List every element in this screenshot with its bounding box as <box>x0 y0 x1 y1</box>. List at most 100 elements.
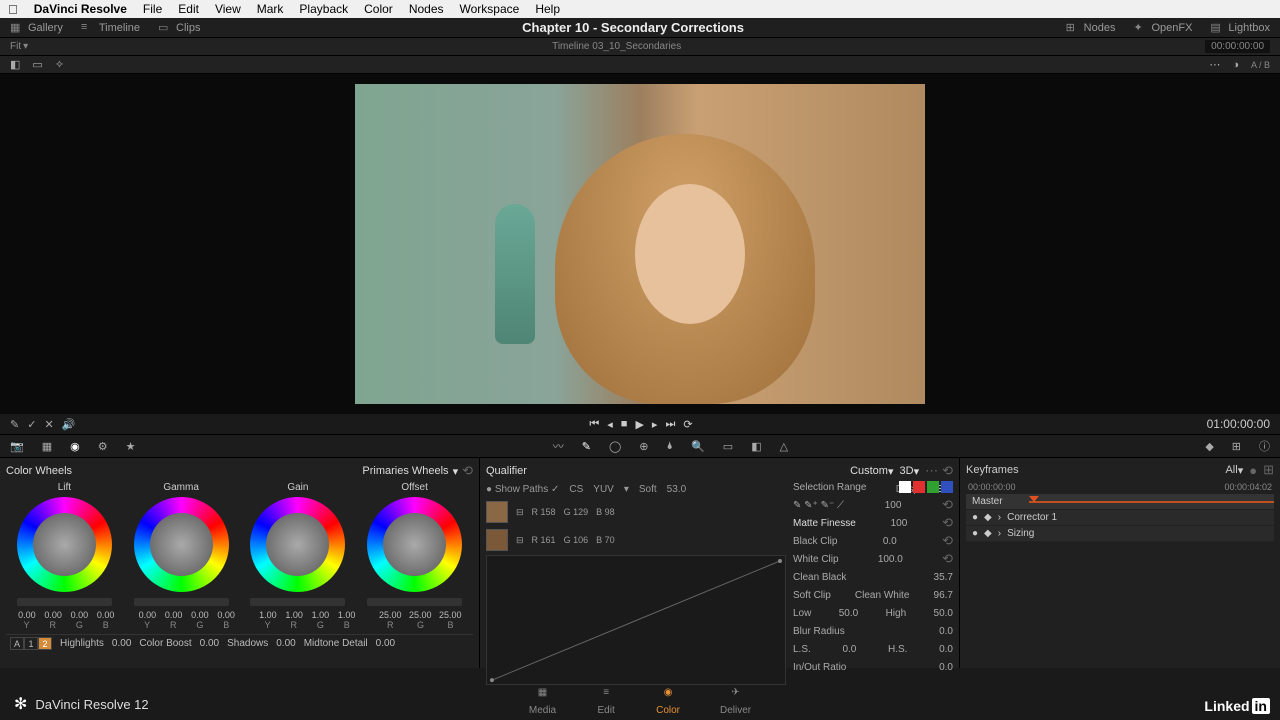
page-edit[interactable]: ≡Edit <box>596 687 616 716</box>
yuv-dropdown[interactable]: YUV <box>593 484 614 495</box>
primaries-icon[interactable]: ◉ <box>70 440 80 453</box>
offset-wheel[interactable] <box>367 497 462 592</box>
ab-label[interactable]: A / B <box>1251 60 1270 70</box>
eyedropper-icon[interactable]: ✎ <box>10 418 19 431</box>
reset-qualifier-icon[interactable]: ⟲ <box>942 463 953 479</box>
showpaths-toggle[interactable]: ● Show Paths ✓ <box>486 484 559 495</box>
blur-icon[interactable]: 🌢 <box>666 440 673 453</box>
soft-value[interactable]: 53.0 <box>667 484 686 495</box>
inout-value[interactable]: 0.0 <box>939 662 953 673</box>
diamond-icon[interactable]: ◆ <box>984 512 992 523</box>
camera-raw-icon[interactable]: 📷 <box>10 440 24 453</box>
lightbox-button[interactable]: ▤Lightbox <box>1210 21 1270 35</box>
loop-button[interactable]: ⟳ <box>683 418 692 431</box>
first-frame-button[interactable]: ⏮ <box>589 418 599 431</box>
motion-icon[interactable]: ★ <box>126 440 136 453</box>
range-red[interactable] <box>913 481 925 493</box>
gain-master-slider[interactable] <box>250 598 345 606</box>
range-blue[interactable] <box>941 481 953 493</box>
offset-b[interactable]: 25.00 <box>438 610 462 620</box>
gamma-r[interactable]: 0.00 <box>162 610 186 620</box>
lift-wheel[interactable] <box>17 497 112 592</box>
colorboost-value[interactable]: 0.00 <box>200 638 219 649</box>
page-deliver[interactable]: ✈Deliver <box>720 687 751 716</box>
gamma-y[interactable]: 0.00 <box>135 610 159 620</box>
page-a[interactable]: A <box>10 637 24 650</box>
video-frame[interactable] <box>355 84 925 404</box>
tracking-icon[interactable]: ⊕ <box>639 440 648 453</box>
fit-check-icon[interactable]: ✓ <box>27 418 36 431</box>
kf-expand-icon[interactable]: ⊞ <box>1263 462 1274 478</box>
lift-r[interactable]: 0.00 <box>41 610 65 620</box>
diamond-icon[interactable]: ◆ <box>984 528 992 539</box>
kf-sizing-row[interactable]: ●◆›Sizing <box>966 526 1274 542</box>
menu-help[interactable]: Help <box>535 2 560 16</box>
gamma-b[interactable]: 0.00 <box>214 610 238 620</box>
lift-b[interactable]: 0.00 <box>94 610 118 620</box>
delete-swatch-1-icon[interactable]: ⊟ <box>516 507 524 518</box>
speaker-icon[interactable]: 🔊 <box>62 418 76 431</box>
menu-workspace[interactable]: Workspace <box>460 2 520 16</box>
kf-lock-icon[interactable]: ● <box>972 528 978 539</box>
offset-r[interactable]: 25.00 <box>378 610 402 620</box>
rgb-mixer-icon[interactable]: ⚙ <box>98 440 108 453</box>
cleanblack-value[interactable]: 35.7 <box>934 572 953 583</box>
matte-value[interactable]: 100 <box>891 518 908 529</box>
whiteclip-value[interactable]: 100.0 <box>878 554 903 565</box>
sample-swatch-1[interactable] <box>486 501 508 523</box>
apple-menu-icon[interactable]:  <box>8 2 18 17</box>
kf-master-row[interactable]: Master <box>966 494 1274 510</box>
custom-dropdown[interactable]: Custom <box>850 465 888 477</box>
openfx-button[interactable]: ✦OpenFX <box>1133 21 1192 35</box>
kf-lock-icon[interactable]: ● <box>972 512 978 523</box>
reset-icon[interactable]: ⟲ <box>942 515 953 531</box>
low-value[interactable]: 50.0 <box>839 608 858 619</box>
menu-playback[interactable]: Playback <box>299 2 348 16</box>
high-value[interactable]: 50.0 <box>934 608 953 619</box>
stereo-icon[interactable]: ◧ <box>751 440 761 453</box>
page-color[interactable]: ◉Color <box>656 687 680 716</box>
ls-value[interactable]: 0.0 <box>842 644 856 655</box>
offset-g[interactable]: 25.00 <box>408 610 432 620</box>
cleanwhite-value[interactable]: 96.7 <box>934 590 953 601</box>
sizing-icon[interactable]: ▭ <box>723 440 733 453</box>
lift-g[interactable]: 0.00 <box>67 610 91 620</box>
menu-mark[interactable]: Mark <box>257 2 284 16</box>
fit-dropdown[interactable]: Fit <box>10 41 21 52</box>
page-media[interactable]: ▦Media <box>529 687 556 716</box>
step-fwd-button[interactable]: ▸ <box>652 418 658 431</box>
bypass-icon[interactable]: ◑ <box>1232 59 1239 71</box>
highlights-value[interactable]: 0.00 <box>112 638 131 649</box>
close-icon[interactable]: ✕ <box>44 418 53 431</box>
blurradius-value[interactable]: 0.0 <box>939 626 953 637</box>
gallery-button[interactable]: ▦Gallery <box>10 21 63 35</box>
gamma-master-slider[interactable] <box>134 598 229 606</box>
info-icon[interactable]: ⓘ <box>1259 438 1270 454</box>
curve-area[interactable] <box>486 555 786 685</box>
app-menu[interactable]: DaVinci Resolve <box>34 2 127 16</box>
qualifier-3d[interactable]: 3D <box>900 465 914 477</box>
range-white[interactable] <box>899 481 911 493</box>
nodes-button[interactable]: ⊞Nodes <box>1066 21 1116 35</box>
gain-y[interactable]: 1.00 <box>256 610 280 620</box>
offset-master-slider[interactable] <box>367 598 462 606</box>
picker-value[interactable]: 100 <box>885 500 902 511</box>
qualifier-icon[interactable]: ✎ <box>582 440 591 453</box>
colorchecker-icon[interactable]: ▦ <box>42 440 52 453</box>
blackclip-value[interactable]: 0.0 <box>883 536 897 547</box>
sample-swatch-2[interactable] <box>486 529 508 551</box>
gamma-g[interactable]: 0.00 <box>188 610 212 620</box>
clips-button[interactable]: ▭Clips <box>158 21 200 35</box>
timeline-button[interactable]: ≡Timeline <box>81 21 140 35</box>
chevron-right-icon[interactable]: › <box>998 528 1001 539</box>
menu-file[interactable]: File <box>143 2 162 16</box>
menu-nodes[interactable]: Nodes <box>409 2 444 16</box>
kf-opts-icon[interactable]: ● <box>1249 463 1257 478</box>
stop-button[interactable]: ■ <box>621 418 628 431</box>
gain-g[interactable]: 1.00 <box>308 610 332 620</box>
hs-value[interactable]: 0.0 <box>939 644 953 655</box>
reset-icon[interactable]: ⟲ <box>942 497 953 513</box>
menu-color[interactable]: Color <box>364 2 393 16</box>
midtone-value[interactable]: 0.00 <box>376 638 395 649</box>
lift-master-slider[interactable] <box>17 598 112 606</box>
